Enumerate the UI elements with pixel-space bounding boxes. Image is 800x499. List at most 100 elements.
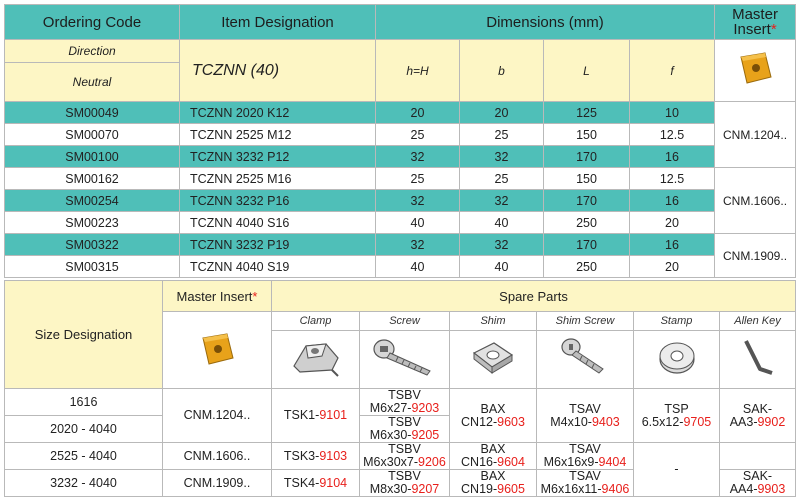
direction-label: Direction [4,39,180,63]
size-cell: 2525 - 4040 [4,442,163,470]
code-cell: SM00322 [4,233,180,256]
b-cell: 32 [459,189,544,212]
shim-screw-image [536,330,634,389]
clamp-base: TSK1- [283,408,320,422]
clamp-cell: TSK1-9101 [271,388,360,443]
shim-screw-cell: TSAV M4x10-9403 [536,388,634,443]
table-row: 2525 - 4040 CNM.1606.. TSK3-9103 TSBV M6x… [4,442,796,497]
f-cell: 16 [628,233,716,256]
clamp-base: TSK3- [283,448,320,463]
shim-screw-size: M4x10- [550,414,592,429]
insert-icon [740,52,772,84]
header-master-insert: Master Insert* [714,4,797,40]
insert-cell: CNM.1606.. [162,442,272,470]
b-cell: 25 [459,167,544,190]
b-cell: 25 [459,123,544,146]
insert-cell: CNM.1204.. [714,101,797,168]
table-row: SM00254 TCZNN 3232 P16 32 32 170 16 [4,189,796,212]
allen-key-size: AA3- [729,414,758,429]
neutral-label: Neutral [4,62,180,102]
clamp-code: 9103 [319,448,348,463]
asterisk: * [770,21,777,38]
screw-image [359,330,450,389]
table-row: SM00162 TCZNN 2525 M16 25 25 150 12.5 CN… [4,167,797,234]
dim-f-header: f [628,39,716,102]
screw-cell: TSBV M6x27-9203 [359,388,450,416]
screw-icon [372,339,431,376]
shim-code: 9603 [497,414,525,429]
item-cell: TCZNN 4040 S16 [179,211,376,234]
allen-key-code: 9902 [757,414,786,429]
code-cell: SM00315 [4,255,180,278]
l-cell: 150 [543,167,630,190]
table-row: SM00100 TCZNN 3232 P12 32 32 170 16 [4,145,796,168]
shim-screw-code: 9403 [591,414,620,429]
item-cell: TCZNN 3232 P16 [179,189,376,212]
item-cell: TCZNN 2525 M16 [179,167,376,190]
header-dimensions: Dimensions (mm) [374,4,716,40]
stamp-code: 9705 [683,414,712,429]
f-cell: 20 [628,255,716,278]
dim-l-header: L [543,39,630,102]
b-cell: 32 [459,233,544,256]
header-size-designation: Size Designation [4,280,163,389]
stamp-cell: - [633,442,720,497]
clamp-icon [292,343,339,377]
f-cell: 16 [628,145,716,168]
item-cell: TCZNN 3232 P12 [179,145,376,168]
stamp-image [633,330,720,389]
code-cell: SM00100 [4,145,180,168]
screw-size: M6x30- [369,428,412,442]
stamp-size: 6.5x12- [641,414,684,429]
size-cell: 2020 - 4040 [4,415,163,443]
shim-code: 9605 [497,482,525,496]
shim-size: CN19- [461,482,498,496]
insert-cell: CNM.1606.. [714,167,797,234]
item-subtitle: TCZNN (40) [179,39,376,102]
shim-screw-size: M6x16x11- [540,482,602,496]
h-cell: 20 [375,101,460,124]
allen-key-image [719,330,796,389]
stamp-icon [658,342,695,374]
h-cell: 40 [375,255,460,278]
h-cell: 25 [375,167,460,190]
header-spare-parts: Spare Parts [271,280,796,312]
shim-cell: BAX CN12-9603 [449,388,537,443]
ordering-table: Ordering Code Item Designation Dimension… [4,4,797,278]
clamp-base: TSK4- [283,475,320,490]
shim-screw-icon [561,338,604,374]
shim-screw-cell: TSAV M6x16x11-9406 [536,469,634,497]
part-allen-key-label: Allen Key [719,311,796,331]
clamp-code: 9101 [319,408,348,422]
shim-screw-size: M6x16x9- [543,455,599,469]
l-cell: 170 [543,189,630,212]
l-cell: 170 [543,233,630,256]
l-cell: 125 [543,101,630,124]
stamp-cell: TSP 6.5x12-9705 [633,388,720,443]
shim-cell: BAX CN16-9604 [449,442,537,470]
f-cell: 12.5 [628,167,716,190]
screw-code: 9207 [411,482,440,496]
shim-cell: BAX CN19-9605 [449,469,537,497]
table-row: SM00322 TCZNN 3232 P19 32 32 170 16 CNM.… [4,233,797,278]
header-ordering-code: Ordering Code [4,4,180,40]
shim-size: CN12- [461,414,498,429]
insert-cell: CNM.1909.. [714,233,797,278]
screw-code: 9205 [411,428,440,442]
screw-cell: TSBV M8x30-9207 [359,469,450,497]
part-shim-screw-label: Shim Screw [536,311,634,331]
header-master-insert: Master Insert* [162,280,272,312]
asterisk: * [252,288,258,304]
code-cell: SM00223 [4,211,180,234]
shim-size: CN16- [461,455,498,469]
table-row: SM00315 TCZNN 4040 S19 40 40 250 20 [4,255,796,278]
clamp-cell: TSK3-9103 [271,442,360,470]
h-cell: 32 [375,233,460,256]
f-cell: 16 [628,189,716,212]
screw-size: M6x27- [369,401,412,415]
l-cell: 250 [543,211,630,234]
part-clamp-label: Clamp [271,311,360,331]
insert-icon [202,332,234,365]
f-cell: 20 [628,211,716,234]
allen-key-size: AA4- [729,482,758,496]
